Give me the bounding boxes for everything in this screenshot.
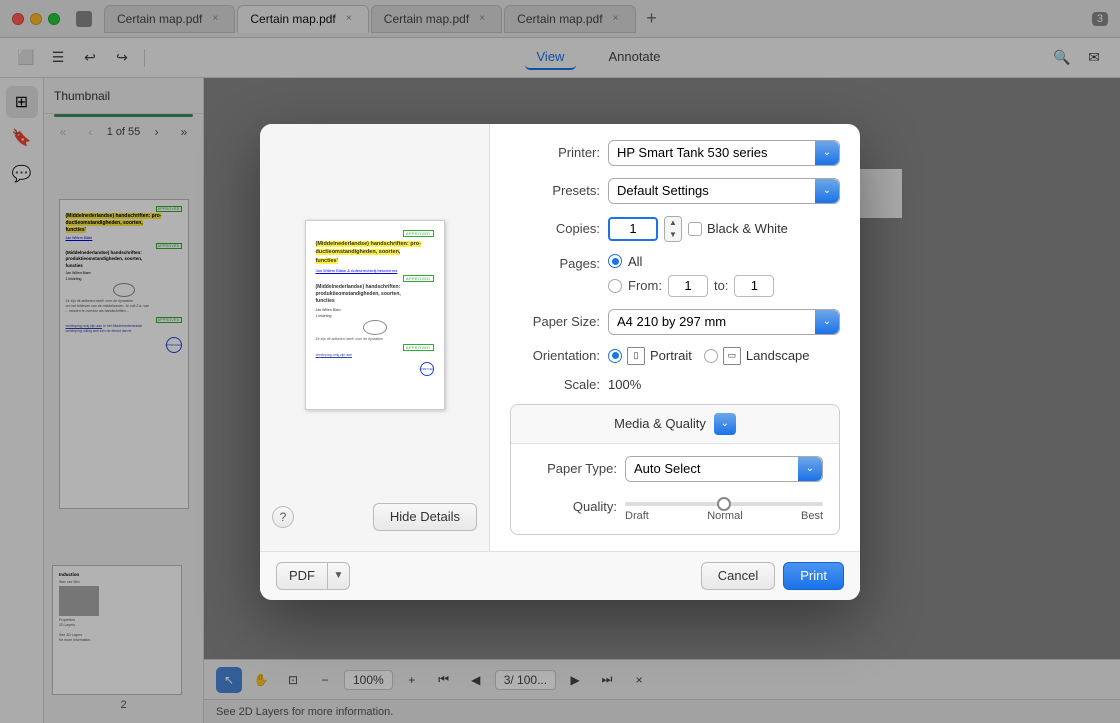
presets-value[interactable]: Default Settings [609, 179, 816, 203]
landscape-icon: ▭ [723, 347, 741, 365]
bw-text: Black & White [707, 221, 788, 236]
copies-control: ▲ ▼ Black & White [608, 216, 840, 242]
media-quality-section: Media & Quality ⌄ Paper Type: Auto Selec [510, 404, 840, 535]
portrait-label: Portrait [650, 348, 692, 363]
scale-row: Scale: 100% [510, 377, 840, 392]
landscape-radio[interactable] [704, 349, 718, 363]
presets-select-wrapper[interactable]: Default Settings ⌄ [608, 178, 840, 204]
paper-type-value[interactable]: Auto Select [626, 457, 799, 481]
app-window: Certain map.pdf × Certain map.pdf × Cert… [0, 0, 1120, 723]
scale-label: Scale: [510, 377, 600, 392]
quality-control: Draft Normal Best [625, 492, 823, 522]
pdf-button-group: PDF ▼ [276, 562, 350, 590]
quality-handle[interactable] [717, 497, 731, 511]
paper-size-arrow[interactable]: ⌄ [815, 310, 839, 334]
dialog-form: Printer: HP Smart Tank 530 series ⌄ Pres… [490, 124, 860, 551]
main-area: ⊞ 🔖 💬 Thumbnail « ‹ 1 of 55 › » [0, 78, 1120, 723]
pages-from-radio[interactable] [608, 279, 622, 293]
pages-to-label: to: [714, 278, 728, 293]
printer-select-wrapper[interactable]: HP Smart Tank 530 series ⌄ [608, 140, 840, 166]
print-button[interactable]: Print [783, 562, 844, 590]
quality-best: Best [801, 510, 823, 522]
portrait-icon: ▯ [627, 347, 645, 365]
hide-details-button[interactable]: Hide Details [373, 503, 477, 531]
pages-options: All From: to: [608, 254, 840, 297]
dialog-actions: Cancel Print [701, 562, 844, 590]
pages-all-option[interactable]: All [608, 254, 840, 269]
presets-control: Default Settings ⌄ [608, 178, 840, 204]
pages-all-text: All [628, 254, 642, 269]
quality-track [625, 502, 823, 506]
print-dialog: APPROVED (Middelnederlandse) handschrift… [260, 124, 860, 600]
bw-label[interactable]: Black & White [688, 221, 788, 236]
portrait-radio[interactable] [608, 349, 622, 363]
presets-arrow[interactable]: ⌄ [815, 179, 839, 203]
paper-size-select-wrapper[interactable]: A4 210 by 297 mm ⌄ [608, 309, 840, 335]
cancel-button[interactable]: Cancel [701, 562, 775, 590]
orientation-options: ▯ Portrait ▭ Landscape [608, 347, 810, 365]
pages-to-input[interactable] [734, 275, 774, 297]
pages-from-input[interactable] [668, 275, 708, 297]
copies-stepper: ▲ ▼ [664, 216, 682, 242]
quality-labels: Draft Normal Best [625, 510, 823, 522]
pages-range-row: From: to: [608, 275, 840, 297]
scale-value: 100% [608, 377, 641, 392]
landscape-label: Landscape [746, 348, 810, 363]
media-quality-toggle[interactable]: ⌄ [714, 413, 736, 435]
media-quality-label: Media & Quality [614, 416, 706, 431]
presets-row: Presets: Default Settings ⌄ [510, 178, 840, 204]
pdf-button[interactable]: PDF [276, 562, 328, 590]
paper-type-arrow[interactable]: ⌄ [798, 457, 822, 481]
printer-value[interactable]: HP Smart Tank 530 series [609, 141, 816, 165]
paper-size-row: Paper Size: A4 210 by 297 mm ⌄ [510, 309, 840, 335]
printer-arrow[interactable]: ⌄ [815, 141, 839, 165]
portrait-option[interactable]: ▯ Portrait [608, 347, 692, 365]
dialog-preview-panel: APPROVED (Middelnederlandse) handschrift… [260, 124, 490, 551]
paper-type-control: Auto Select ⌄ [625, 456, 823, 482]
dialog-overlay: APPROVED (Middelnederlandse) handschrift… [0, 78, 1120, 723]
presets-label: Presets: [510, 183, 600, 198]
paper-size-value[interactable]: A4 210 by 297 mm [609, 310, 816, 334]
orientation-label: Orientation: [510, 348, 600, 363]
quality-normal: Normal [707, 510, 742, 522]
help-button[interactable]: ? [272, 506, 294, 528]
pages-from-label: From: [628, 278, 662, 293]
quality-row: Quality: Draft Normal Best [527, 492, 823, 522]
copies-label: Copies: [510, 221, 600, 236]
printer-control: HP Smart Tank 530 series ⌄ [608, 140, 840, 166]
printer-label: Printer: [510, 145, 600, 160]
dialog-bottom: PDF ▼ Cancel Print [260, 551, 860, 600]
landscape-option[interactable]: ▭ Landscape [704, 347, 810, 365]
copies-up[interactable]: ▲ [665, 217, 681, 229]
paper-size-control: A4 210 by 297 mm ⌄ [608, 309, 840, 335]
orientation-row: Orientation: ▯ Portrait ▭ [510, 347, 840, 365]
copies-row: Copies: ▲ ▼ Black & White [510, 216, 840, 242]
quality-label: Quality: [527, 499, 617, 514]
printer-row: Printer: HP Smart Tank 530 series ⌄ [510, 140, 840, 166]
media-quality-content: Paper Type: Auto Select ⌄ [511, 443, 839, 534]
paper-size-label: Paper Size: [510, 314, 600, 329]
bw-checkbox[interactable] [688, 222, 702, 236]
quality-draft: Draft [625, 510, 649, 522]
copies-input[interactable] [608, 217, 658, 241]
pdf-dropdown-arrow[interactable]: ▼ [328, 562, 350, 590]
media-quality-header: Media & Quality ⌄ [511, 405, 839, 443]
copies-down[interactable]: ▼ [665, 229, 681, 241]
paper-type-row: Paper Type: Auto Select ⌄ [527, 456, 823, 482]
pages-label: Pages: [510, 254, 600, 271]
paper-type-label: Paper Type: [527, 461, 617, 476]
dialog-content: APPROVED (Middelnederlandse) handschrift… [260, 124, 860, 551]
paper-type-select-wrapper[interactable]: Auto Select ⌄ [625, 456, 823, 482]
pages-row: Pages: All From: to: [510, 254, 840, 297]
pages-all-radio[interactable] [608, 254, 622, 268]
